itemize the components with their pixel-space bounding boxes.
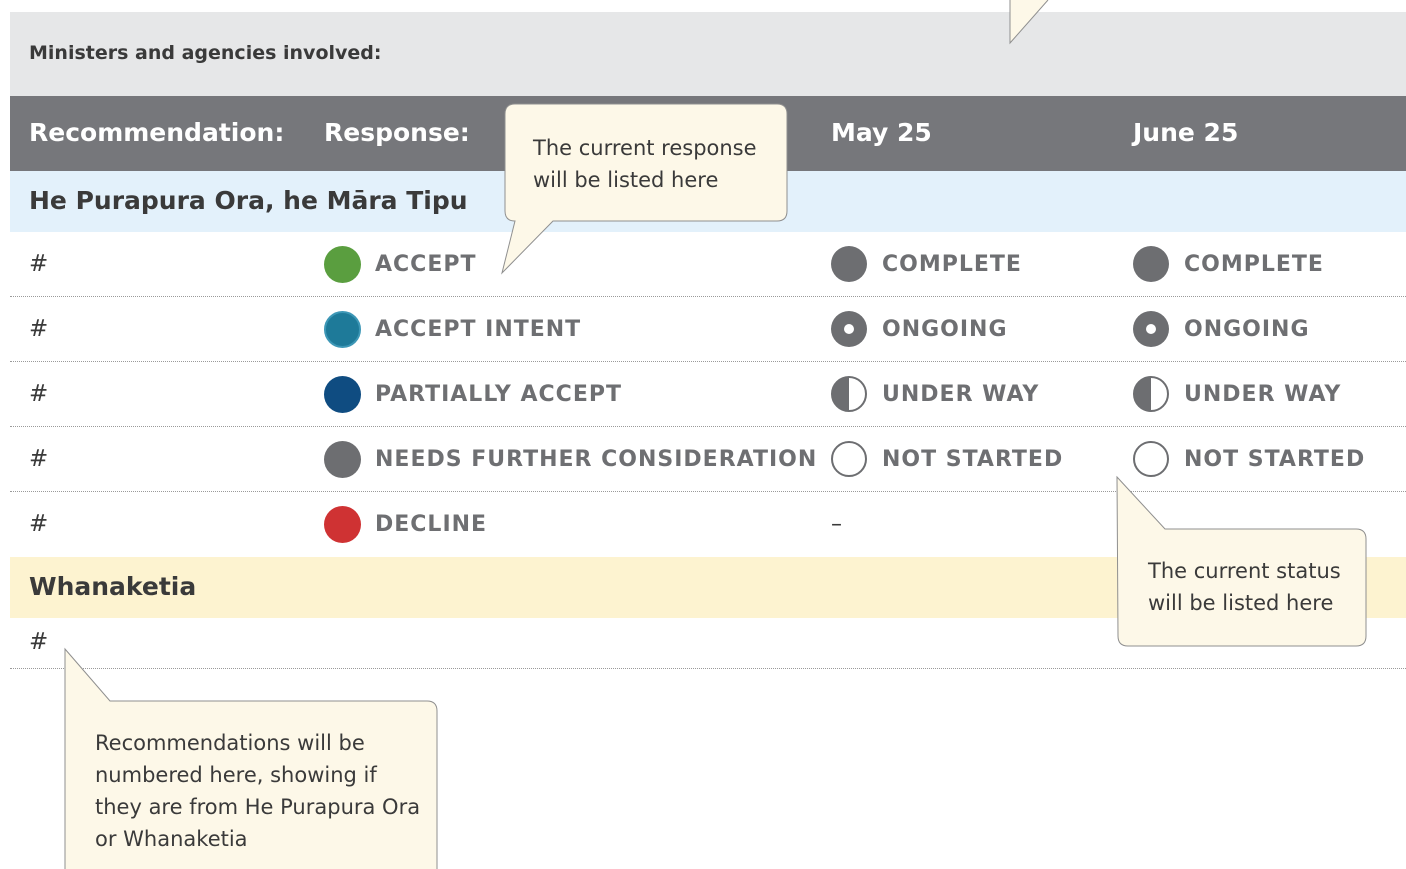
- under-way-icon: [831, 376, 867, 412]
- status-none: –: [831, 511, 842, 537]
- status-label: COMPLETE: [882, 251, 1022, 277]
- complete-icon: [1133, 246, 1169, 282]
- response-label: ACCEPT INTENT: [375, 316, 582, 342]
- june-status-cell: UNDER WAY: [1132, 374, 1341, 414]
- response-cell: ACCEPT INTENT: [324, 309, 581, 349]
- recommendation-number: #: [29, 629, 49, 655]
- status-label: NOT STARTED: [1184, 446, 1366, 472]
- callout-line: they are from He Purapura Ora: [95, 795, 421, 819]
- callout-line: or Whanaketia: [95, 827, 248, 851]
- may-status-cell: UNDER WAY: [830, 374, 1039, 414]
- numbering-callout-text: Recommendations will be numbered here, s…: [95, 727, 420, 855]
- ministers-bar: Ministers and agencies involved:: [10, 12, 1406, 96]
- response-label: NEEDS FURTHER CONSIDERATION: [375, 446, 818, 472]
- june-status-cell: COMPLETE: [1132, 244, 1324, 284]
- may-status-cell: –: [831, 504, 842, 544]
- section-title: He Purapura Ora, he Māra Tipu: [29, 186, 468, 215]
- callout-line: will be listed here: [533, 168, 719, 192]
- recommendation-number: #: [29, 381, 49, 407]
- response-cell: NEEDS FURTHER CONSIDERATION: [324, 439, 817, 479]
- complete-icon: [831, 246, 867, 282]
- table-row: # PARTIALLY ACCEPT UNDER WAY UNDER WAY: [10, 362, 1406, 427]
- response-cell: ACCEPT: [324, 244, 476, 284]
- may-status-cell: ONGOING: [830, 309, 1008, 349]
- status-label: ONGOING: [882, 316, 1008, 342]
- response-label: ACCEPT: [375, 251, 477, 277]
- status-label: NOT STARTED: [882, 446, 1064, 472]
- table-row: # ACCEPT INTENT ONGOING ONGOING: [10, 297, 1406, 362]
- top-callout-tail: [1009, 0, 1049, 45]
- recommendation-number: #: [29, 446, 49, 472]
- status-callout-text: The current status will be listed here: [1148, 555, 1341, 619]
- response-label: DECLINE: [375, 511, 488, 537]
- under-way-icon: [1133, 376, 1169, 412]
- recommendation-number: #: [29, 251, 49, 277]
- response-cell: PARTIALLY ACCEPT: [324, 374, 622, 414]
- status-label: UNDER WAY: [882, 381, 1040, 407]
- status-label: UNDER WAY: [1184, 381, 1342, 407]
- decline-dot-icon: [324, 505, 361, 543]
- may-status-cell: COMPLETE: [830, 244, 1022, 284]
- response-cell: DECLINE: [324, 504, 487, 544]
- accept-dot-icon: [324, 245, 361, 283]
- callout-line: Recommendations will be: [95, 731, 365, 755]
- partially-accept-dot-icon: [324, 375, 361, 413]
- ongoing-icon: [831, 311, 867, 347]
- callout-line: will be listed here: [1148, 591, 1334, 615]
- header-recommendation: Recommendation:: [29, 118, 285, 147]
- may-status-cell: NOT STARTED: [830, 439, 1063, 479]
- ongoing-icon: [1133, 311, 1169, 347]
- header-response: Response:: [324, 118, 470, 147]
- response-label: PARTIALLY ACCEPT: [375, 381, 622, 407]
- accept-intent-dot-icon: [324, 310, 361, 348]
- recommendation-number: #: [29, 511, 49, 537]
- header-may: May 25: [831, 118, 932, 147]
- recommendation-number: #: [29, 316, 49, 342]
- status-label: COMPLETE: [1184, 251, 1324, 277]
- header-june: June 25: [1133, 118, 1239, 147]
- callout-line: numbered here, showing if: [95, 763, 377, 787]
- status-label: ONGOING: [1184, 316, 1310, 342]
- needs-consideration-dot-icon: [324, 440, 361, 478]
- response-callout-text: The current response will be listed here: [533, 132, 757, 196]
- callout-line: The current status: [1148, 559, 1341, 583]
- june-status-cell: ONGOING: [1132, 309, 1310, 349]
- callout-line: The current response: [533, 136, 757, 160]
- ministers-label: Ministers and agencies involved:: [29, 42, 382, 64]
- section-title: Whanaketia: [29, 572, 197, 601]
- not-started-icon: [831, 441, 867, 477]
